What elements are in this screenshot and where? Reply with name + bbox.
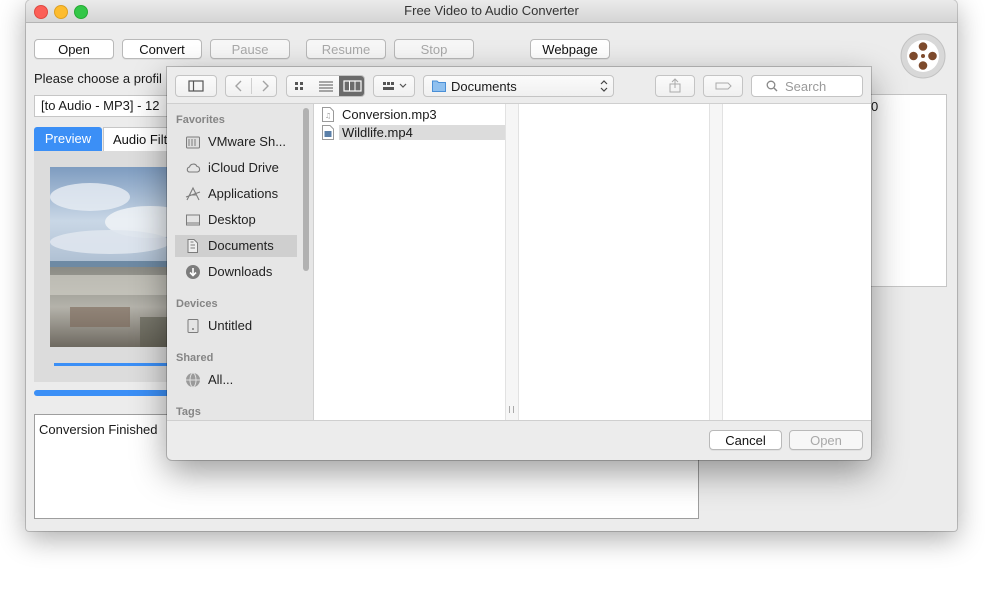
log-text: Conversion Finished (39, 422, 158, 437)
video-preview-image (50, 167, 184, 347)
file-column: ♫ Conversion.mp3 Wildlife.mp4 (314, 104, 506, 420)
icon-view-icon[interactable] (287, 76, 313, 96)
file-row-selected[interactable]: Wildlife.mp4 (320, 125, 500, 141)
arrange-icon (383, 82, 407, 90)
column-view-icon (343, 80, 362, 92)
file-name: Conversion.mp3 (342, 107, 437, 122)
sidebar-item-label: Downloads (208, 264, 273, 279)
file-name: Wildlife.mp4 (342, 125, 413, 140)
back-forward-group (225, 75, 277, 97)
sidebar-item-label: VMware Sh... (208, 134, 287, 149)
network-icon (186, 372, 200, 388)
tags-heading: Tags (176, 406, 201, 418)
cloud-icon (186, 163, 201, 173)
profile-label: Please choose a profil (34, 71, 162, 86)
sidebar-item-label: All... (208, 372, 234, 387)
open-file-button[interactable]: Open (789, 430, 863, 450)
favorites-heading: Favorites (176, 114, 225, 126)
location-label: Documents (451, 79, 517, 94)
folder-icon (432, 80, 446, 92)
search-placeholder: Search (785, 79, 827, 94)
resume-button[interactable]: Resume (306, 39, 386, 59)
sidebar-item-downloads[interactable]: Downloads (175, 261, 297, 283)
sidebar-item-all[interactable]: All... (175, 369, 297, 391)
shared-heading: Shared (176, 352, 214, 364)
column-divider[interactable] (709, 104, 723, 420)
audio-file-icon: ♫ (322, 107, 334, 122)
open-file-dialog: Documents Search Favorites VMware Sh... … (167, 67, 871, 460)
sidebar-item-desktop[interactable]: Desktop (175, 209, 297, 231)
column-view-button[interactable] (339, 76, 364, 96)
preview-column (723, 104, 871, 420)
sidebar-item-documents[interactable]: Documents (175, 235, 297, 257)
arrange-button[interactable] (373, 75, 415, 97)
file-row[interactable]: ♫ Conversion.mp3 (320, 107, 500, 123)
sidebar: Favorites VMware Sh... iCloud Drive Appl… (167, 104, 314, 420)
sidebar-item-label: Desktop (208, 212, 256, 227)
stop-button[interactable]: Stop (394, 39, 474, 59)
devices-heading: Devices (176, 298, 218, 310)
sidebar-item-label: iCloud Drive (208, 160, 279, 175)
webpage-button[interactable]: Webpage (530, 39, 610, 59)
sidebar-item-label: Untitled (208, 318, 253, 333)
convert-button[interactable]: Convert (122, 39, 202, 59)
film-reel-logo-icon (900, 33, 946, 79)
disk-icon (187, 319, 199, 333)
sidebar-item-icloud[interactable]: iCloud Drive (175, 157, 297, 179)
desktop-icon (186, 214, 200, 226)
window-title: Free Video to Audio Converter (404, 3, 579, 18)
share-icon (669, 78, 681, 93)
search-icon (766, 80, 778, 92)
tab-preview[interactable]: Preview (34, 127, 102, 151)
tag-icon (715, 82, 732, 90)
preview-slider[interactable] (54, 363, 184, 366)
sidebar-item-label: Documents (208, 238, 274, 253)
back-arrow-icon[interactable] (226, 76, 252, 96)
sidebar-scrollbar[interactable] (303, 108, 309, 271)
chevron-updown-icon (600, 80, 608, 92)
sidebar-icon (188, 80, 204, 92)
documents-icon (187, 239, 198, 253)
sidebar-toggle-button[interactable] (175, 75, 217, 97)
search-field[interactable]: Search (751, 75, 863, 97)
location-popup[interactable]: Documents (423, 75, 614, 97)
share-button[interactable] (655, 75, 695, 97)
tag-button[interactable] (703, 75, 743, 97)
list-view-icon[interactable] (313, 76, 339, 96)
downloads-icon (186, 265, 200, 279)
footer-divider (167, 420, 871, 421)
sidebar-item-label: Applications (208, 186, 279, 201)
sidebar-item-vmware[interactable]: VMware Sh... (175, 131, 297, 153)
file-info-text: 0 (871, 99, 879, 114)
applications-icon (185, 186, 201, 201)
sidebar-item-untitled[interactable]: Untitled (175, 315, 297, 337)
cancel-button[interactable]: Cancel (709, 430, 782, 450)
column-resize-handle[interactable] (505, 104, 519, 420)
drive-icon (186, 136, 200, 149)
video-file-icon (322, 125, 334, 140)
svg-text:♫: ♫ (325, 112, 331, 120)
forward-arrow-icon[interactable] (252, 76, 278, 96)
empty-column (519, 104, 709, 420)
view-mode-group (286, 75, 365, 97)
open-button[interactable]: Open (34, 39, 114, 59)
pause-button[interactable]: Pause (210, 39, 290, 59)
sidebar-item-applications[interactable]: Applications (175, 183, 297, 205)
